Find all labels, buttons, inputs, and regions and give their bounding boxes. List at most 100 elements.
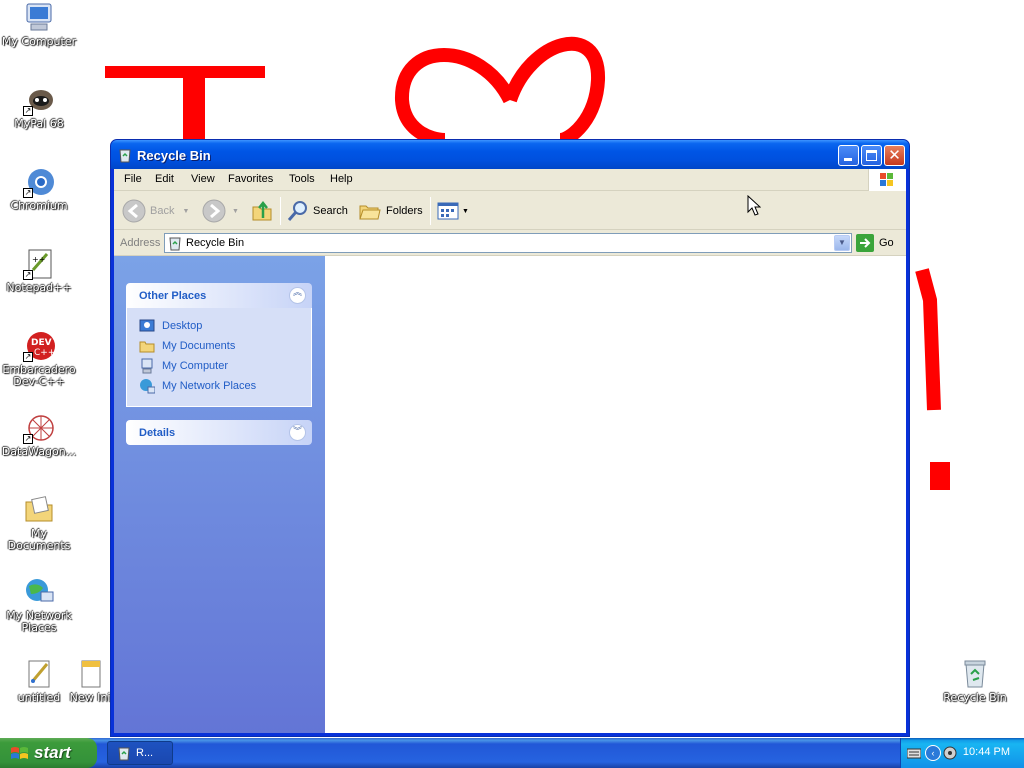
back-dropdown-icon[interactable]: ▼ bbox=[182, 208, 189, 215]
svg-text:++: ++ bbox=[32, 255, 45, 264]
raccoon-icon: ↗ bbox=[23, 84, 55, 116]
details-header[interactable]: Details ︾ bbox=[126, 420, 312, 445]
menu-bar: File Edit View Favorites Tools Help bbox=[114, 169, 906, 191]
desktop-icon-label: My Computer bbox=[1, 35, 77, 48]
go-arrow-icon bbox=[856, 234, 874, 252]
recycle-bin-icon bbox=[167, 235, 183, 254]
svg-text:C++: C++ bbox=[34, 348, 55, 358]
other-places-list: Desktop My Documents My Computer My Netw… bbox=[126, 308, 312, 407]
taskbar: start R... ‹ 10:44 PM bbox=[0, 738, 1024, 768]
clock[interactable]: 10:44 PM bbox=[963, 746, 1010, 758]
details-panel: Details ︾ bbox=[126, 420, 312, 445]
standard-toolbar: Back ▼ ▼ Search Folders ▼ bbox=[114, 192, 906, 230]
place-link-my-documents[interactable]: My Documents bbox=[139, 336, 311, 356]
taskbar-item-recycle-bin[interactable]: R... bbox=[107, 741, 173, 765]
desktop-icon-mypal[interactable]: ↗ MyPal 68 bbox=[0, 84, 78, 130]
desktop-icon bbox=[139, 318, 155, 334]
minimize-button[interactable] bbox=[838, 145, 859, 166]
my-computer-icon bbox=[23, 2, 55, 34]
menu-favorites[interactable]: Favorites bbox=[228, 173, 273, 185]
drawing-letter-i-stem bbox=[183, 76, 205, 146]
desktop-icon-my-documents[interactable]: My Documents bbox=[0, 494, 78, 552]
place-label: Desktop bbox=[162, 320, 203, 332]
up-folder-button[interactable] bbox=[250, 198, 274, 224]
place-link-desktop[interactable]: Desktop bbox=[139, 316, 311, 336]
other-places-header[interactable]: Other Places ︽ bbox=[126, 283, 312, 308]
window-titlebar[interactable]: Recycle Bin ✕ bbox=[111, 140, 909, 169]
menu-tools[interactable]: Tools bbox=[289, 173, 315, 185]
start-label: start bbox=[34, 743, 71, 762]
desktop-icon-label: DataWagon... bbox=[1, 445, 77, 458]
desktop-icon-devcpp[interactable]: DEV C++ ↗ Embarcadero Dev-C++ bbox=[0, 330, 78, 388]
go-button[interactable]: Go bbox=[856, 234, 894, 252]
place-link-my-network-places[interactable]: My Network Places bbox=[139, 376, 311, 396]
desktop-icon-my-computer[interactable]: My Computer bbox=[0, 2, 78, 48]
desktop-icon-label: Chromium bbox=[10, 199, 68, 212]
shortcut-arrow-icon: ↗ bbox=[23, 352, 33, 362]
system-tray: ‹ 10:44 PM bbox=[900, 738, 1024, 768]
minimize-icon bbox=[844, 158, 852, 161]
views-dropdown-icon: ▼ bbox=[462, 207, 469, 215]
maximize-button[interactable] bbox=[861, 145, 882, 166]
recycle-bin-window[interactable]: Recycle Bin ✕ File Edit View Favorites T… bbox=[110, 139, 910, 737]
volume-icon[interactable] bbox=[943, 746, 957, 760]
menu-edit[interactable]: Edit bbox=[155, 173, 174, 185]
forward-arrow-icon bbox=[202, 199, 226, 223]
folder-documents-icon bbox=[23, 494, 55, 526]
recycle-bin-icon bbox=[118, 747, 130, 761]
close-icon: ✕ bbox=[888, 146, 901, 164]
close-button[interactable]: ✕ bbox=[884, 145, 905, 166]
forward-dropdown-icon[interactable]: ▼ bbox=[232, 208, 239, 215]
start-button[interactable]: start bbox=[0, 738, 97, 768]
toolbar-separator bbox=[430, 197, 431, 225]
chromium-icon: ↗ bbox=[23, 166, 55, 198]
shortcut-arrow-icon: ↗ bbox=[23, 188, 33, 198]
search-button[interactable]: Search bbox=[286, 198, 348, 224]
address-input[interactable]: Recycle Bin ▼ bbox=[164, 233, 852, 253]
folders-button[interactable]: Folders bbox=[358, 198, 423, 224]
views-button[interactable]: ▼ bbox=[436, 198, 469, 224]
network-globe-icon bbox=[139, 378, 156, 394]
menu-view[interactable]: View bbox=[191, 173, 215, 185]
collapse-chevron-icon[interactable]: ︽ bbox=[289, 287, 306, 304]
menu-file[interactable]: File bbox=[124, 173, 142, 185]
chevron-down-icon: ▼ bbox=[838, 238, 846, 247]
shortcut-arrow-icon: ↗ bbox=[23, 106, 33, 116]
keyboard-icon[interactable] bbox=[907, 747, 921, 759]
menu-help[interactable]: Help bbox=[330, 173, 353, 185]
desktop-icon-label: Recycle Bin bbox=[943, 691, 1007, 704]
windows-flag-icon bbox=[11, 747, 28, 759]
desktop-icon-notepadpp[interactable]: ++ ↗ Notepad++ bbox=[0, 248, 78, 294]
maximize-icon bbox=[866, 150, 877, 161]
go-label: Go bbox=[879, 237, 894, 249]
desktop-icon-my-network-places[interactable]: My Network Places bbox=[0, 576, 78, 634]
address-dropdown-button[interactable]: ▼ bbox=[834, 235, 850, 251]
recycle-bin-icon bbox=[959, 658, 991, 690]
folders-label: Folders bbox=[386, 205, 423, 217]
shortcut-arrow-icon: ↗ bbox=[23, 270, 33, 280]
drawing-heart bbox=[394, 36, 606, 147]
search-label: Search bbox=[313, 205, 348, 217]
file-list-area[interactable] bbox=[325, 256, 906, 733]
svg-text:DEV: DEV bbox=[31, 338, 52, 348]
other-places-title: Other Places bbox=[139, 290, 207, 302]
task-pane: Other Places ︽ Desktop My Documents My C… bbox=[114, 256, 325, 733]
other-places-panel: Other Places ︽ Desktop My Documents My C… bbox=[126, 283, 312, 407]
expand-chevron-icon[interactable]: ︾ bbox=[289, 424, 306, 441]
place-link-my-computer[interactable]: My Computer bbox=[139, 356, 311, 376]
desktop-icon-recycle-bin[interactable]: Recycle Bin bbox=[936, 658, 1014, 704]
up-folder-icon bbox=[252, 200, 272, 221]
mouse-cursor-icon bbox=[747, 195, 761, 216]
drawing-exclamation-bar bbox=[915, 268, 941, 411]
text-file-icon bbox=[74, 658, 106, 690]
forward-button[interactable]: ▼ bbox=[202, 198, 239, 224]
address-bar: Address Recycle Bin ▼ Go bbox=[114, 231, 906, 255]
back-arrow-icon bbox=[122, 199, 146, 223]
address-value: Recycle Bin bbox=[186, 237, 245, 249]
datawagon-icon: ↗ bbox=[23, 412, 55, 444]
back-button[interactable]: Back ▼ bbox=[122, 198, 189, 224]
show-hidden-icons-button[interactable]: ‹ bbox=[925, 745, 941, 761]
desktop-icon-datawagon[interactable]: ↗ DataWagon... bbox=[0, 412, 78, 458]
desktop-icon-label: Embarcadero Dev-C++ bbox=[2, 363, 76, 388]
desktop-icon-chromium[interactable]: ↗ Chromium bbox=[0, 166, 78, 212]
